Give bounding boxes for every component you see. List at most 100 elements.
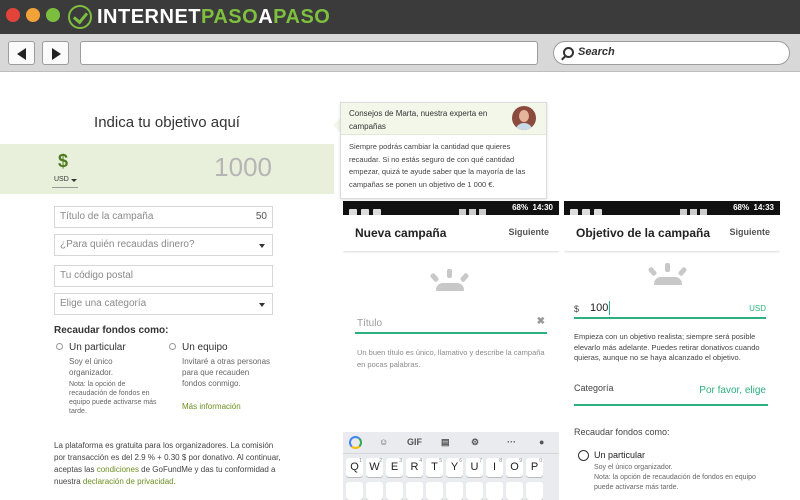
close-window-button[interactable]: [6, 8, 20, 22]
option-individual-title: Un particular: [69, 342, 126, 353]
status-bar: 68% 14:33: [564, 201, 780, 217]
address-bar[interactable]: [80, 41, 538, 65]
fund-as-label: Recaudar fondos como:: [54, 325, 169, 336]
keyboard-key[interactable]: [446, 482, 463, 500]
brand-part-1: INTERNET: [97, 6, 201, 28]
next-button[interactable]: Siguiente: [729, 227, 770, 237]
brand-logo-text: INTERNETPASOAPASO: [97, 6, 330, 29]
signal-icons: [680, 204, 720, 217]
keyboard-key-e[interactable]: E3: [386, 458, 403, 477]
brand-check-icon: [68, 5, 92, 29]
radio-individual[interactable]: [56, 343, 63, 350]
category-label: Categoría: [574, 383, 614, 393]
goal-amount-input[interactable]: 1000: [214, 152, 272, 183]
radio-individual[interactable]: [578, 450, 589, 461]
microphone-icon[interactable]: ●: [539, 437, 544, 447]
key-digit-hint: 7: [479, 458, 482, 464]
notification-icons: [349, 204, 389, 217]
clipboard-icon[interactable]: ▤: [441, 437, 450, 448]
input-underline: [574, 317, 766, 319]
gofundme-logo-icon: [646, 263, 690, 287]
google-icon[interactable]: [349, 436, 362, 449]
keyboard-key-u[interactable]: U7: [466, 458, 483, 477]
char-counter: 50: [255, 211, 267, 222]
keyboard-key[interactable]: [526, 482, 543, 500]
keyboard-key[interactable]: [466, 482, 483, 500]
currency-selector[interactable]: USD: [54, 176, 69, 183]
phone-screen-new-campaign: 68% 14:30 Nueva campaña Siguiente Título…: [343, 201, 559, 500]
on-screen-keyboard: ☺ GIF ▤ ⚙ ··· ● Q1W2E3R4T5Y6U7I8O9P0: [343, 432, 559, 500]
battery-level: 68%: [733, 203, 750, 212]
keyboard-key-r[interactable]: R4: [406, 458, 423, 477]
avatar: [512, 106, 536, 130]
currency-code[interactable]: USD: [749, 304, 766, 313]
keyboard-key-i[interactable]: I8: [486, 458, 503, 477]
option-individual-text: Soy el único organizador.: [69, 357, 114, 377]
key-digit-hint: 5: [439, 458, 442, 464]
screen-title: Objetivo de la campaña: [576, 226, 711, 240]
category-placeholder: Elige una categoría: [60, 298, 147, 309]
brand-part-4: PASO: [273, 6, 331, 28]
keyboard-key-y[interactable]: Y6: [446, 458, 463, 477]
keyboard-key-p[interactable]: P0: [526, 458, 543, 477]
brand-part-2: PASO: [201, 6, 259, 28]
option-team-text: Invitaré a otras personas para que recau…: [182, 357, 271, 388]
category-select[interactable]: Por favor, elige: [699, 385, 766, 396]
amount-section: $ USD 1000: [0, 144, 334, 194]
gif-button[interactable]: GIF: [407, 437, 422, 447]
keyboard-key[interactable]: [366, 482, 383, 500]
browser-toolbar: Search: [0, 34, 800, 72]
keyboard-row-1: Q1W2E3R4T5Y6U7I8O9P0: [346, 458, 546, 478]
phone-screen-campaign-goal: 68% 14:33 Objetivo de la campaña Siguien…: [564, 201, 780, 500]
currency-symbol: $: [574, 304, 580, 314]
next-button[interactable]: Siguiente: [508, 227, 549, 237]
tooltip-body: Siempre podrás cambiar la cantidad que q…: [349, 142, 526, 189]
zip-code-field[interactable]: Tu código postal: [54, 265, 273, 287]
emoji-icon[interactable]: ☺: [379, 437, 388, 447]
campaign-title-input[interactable]: Título: [357, 318, 382, 329]
text-cursor: [609, 301, 610, 315]
keyboard-key-t[interactable]: T5: [426, 458, 443, 477]
minimize-window-button[interactable]: [26, 8, 40, 22]
gofundme-logo-icon: [428, 269, 472, 293]
terms-link[interactable]: condiciones: [97, 465, 139, 474]
keyboard-key-o[interactable]: O9: [506, 458, 523, 477]
option-individual-title: Un particular: [594, 450, 646, 460]
key-digit-hint: 1: [359, 458, 362, 464]
key-digit-hint: 3: [399, 458, 402, 464]
who-for-placeholder: ¿Para quién recaudas dinero?: [60, 239, 195, 250]
more-icon[interactable]: ···: [507, 437, 516, 447]
status-time: 68% 14:30: [512, 203, 553, 212]
gear-icon[interactable]: ⚙: [471, 437, 479, 448]
zip-code-placeholder: Tu código postal: [60, 270, 134, 281]
back-button[interactable]: [8, 41, 35, 65]
category-select[interactable]: Elige una categoría: [54, 293, 273, 315]
keyboard-key[interactable]: [426, 482, 443, 500]
maximize-window-button[interactable]: [46, 8, 60, 22]
goal-amount-input[interactable]: 100: [590, 302, 608, 314]
search-placeholder: Search: [578, 46, 615, 58]
campaign-title-placeholder: Título de la campaña: [60, 211, 154, 222]
goal-heading: Indica tu objetivo aquí: [94, 114, 240, 131]
forward-button[interactable]: [42, 41, 69, 65]
clear-icon[interactable]: ✖: [537, 316, 545, 327]
keyboard-key[interactable]: [486, 482, 503, 500]
privacy-link[interactable]: declaración de privacidad: [83, 477, 174, 486]
keyboard-key[interactable]: [346, 482, 363, 500]
more-info-link[interactable]: Más información: [182, 402, 241, 411]
radio-team[interactable]: [169, 343, 176, 350]
window-titlebar: INTERNETPASOAPASO: [0, 0, 800, 34]
search-box[interactable]: Search: [553, 41, 790, 65]
keyboard-key[interactable]: [406, 482, 423, 500]
keyboard-key[interactable]: [386, 482, 403, 500]
keyboard-key-w[interactable]: W2: [366, 458, 383, 477]
status-bar: 68% 14:30: [343, 201, 559, 217]
key-digit-hint: 6: [459, 458, 462, 464]
who-for-select[interactable]: ¿Para quién recaudas dinero?: [54, 234, 273, 256]
clock: 14:33: [753, 203, 774, 212]
keyboard-key-q[interactable]: Q1: [346, 458, 363, 477]
key-digit-hint: 2: [379, 458, 382, 464]
legal-text: La plataforma es gratuita para los organ…: [54, 440, 284, 488]
keyboard-key[interactable]: [506, 482, 523, 500]
campaign-title-field[interactable]: Título de la campaña 50: [54, 206, 273, 228]
